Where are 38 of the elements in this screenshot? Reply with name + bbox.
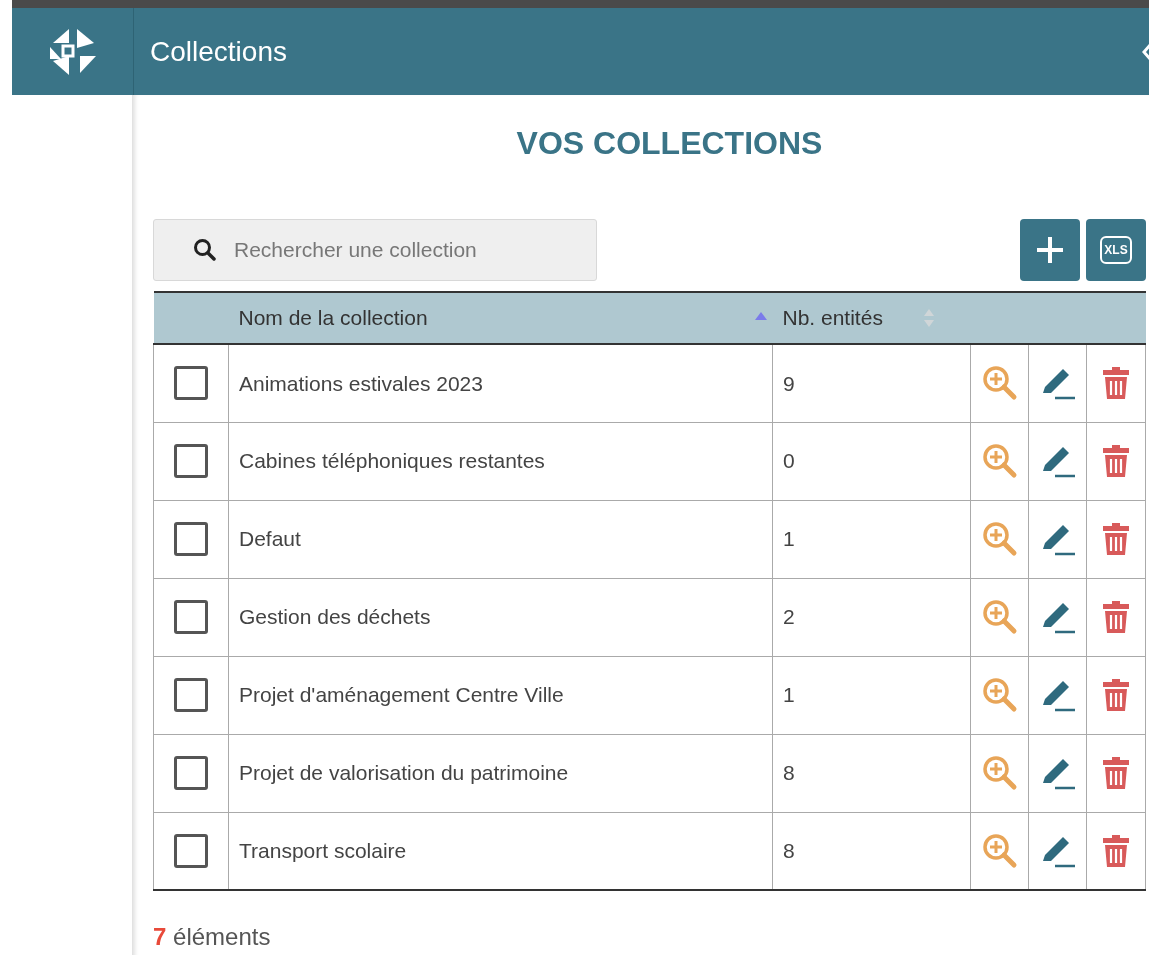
trash-icon[interactable] — [1101, 521, 1131, 557]
entity-count: 8 — [783, 839, 795, 862]
checkbox[interactable] — [174, 444, 208, 479]
entity-count: 9 — [783, 371, 795, 395]
plus-icon — [1035, 235, 1065, 265]
trash-icon[interactable] — [1101, 755, 1131, 791]
search-field[interactable]: Rechercher une collection — [153, 219, 597, 281]
checkbox[interactable] — [174, 678, 208, 713]
trash-icon[interactable] — [1101, 677, 1131, 713]
item-count: 7 éléments — [153, 923, 271, 950]
entity-count: 1 — [783, 683, 795, 707]
collection-name: Gestion des déchets — [239, 605, 431, 629]
collection-name: Projet d'aménagement Centre Ville — [239, 683, 564, 707]
checkbox[interactable] — [174, 366, 208, 401]
column-header[interactable]: Nb. entités — [772, 292, 971, 344]
column-header[interactable]: Nom de la collection — [228, 292, 773, 344]
page-heading: VOS COLLECTIONS — [515, 124, 824, 163]
entity-count: 1 — [783, 527, 795, 551]
collection-name: Transport scolaire — [239, 839, 407, 862]
trash-icon[interactable] — [1101, 365, 1131, 402]
checkbox[interactable] — [174, 756, 208, 791]
checkbox[interactable] — [174, 522, 208, 557]
entity-count: 0 — [783, 449, 795, 473]
trash-icon[interactable] — [1101, 832, 1131, 869]
collection-name: Animations estivales 2023 — [239, 371, 483, 395]
checkbox[interactable] — [174, 600, 208, 635]
trash-icon[interactable] — [1101, 443, 1131, 479]
search-icon — [193, 238, 217, 262]
entity-count: 2 — [783, 605, 795, 629]
checkbox[interactable] — [174, 833, 208, 868]
collection-name: Defaut — [239, 527, 301, 551]
trash-icon[interactable] — [1101, 599, 1131, 635]
export-button[interactable]: XLS — [1086, 219, 1146, 281]
header-title: Collections — [150, 34, 287, 69]
collection-name: Cabines téléphoniques restantes — [239, 449, 545, 473]
entity-count: 8 — [783, 761, 795, 785]
collection-name: Projet de valorisation du patrimoine — [239, 761, 569, 785]
add-button[interactable] — [1020, 219, 1080, 281]
